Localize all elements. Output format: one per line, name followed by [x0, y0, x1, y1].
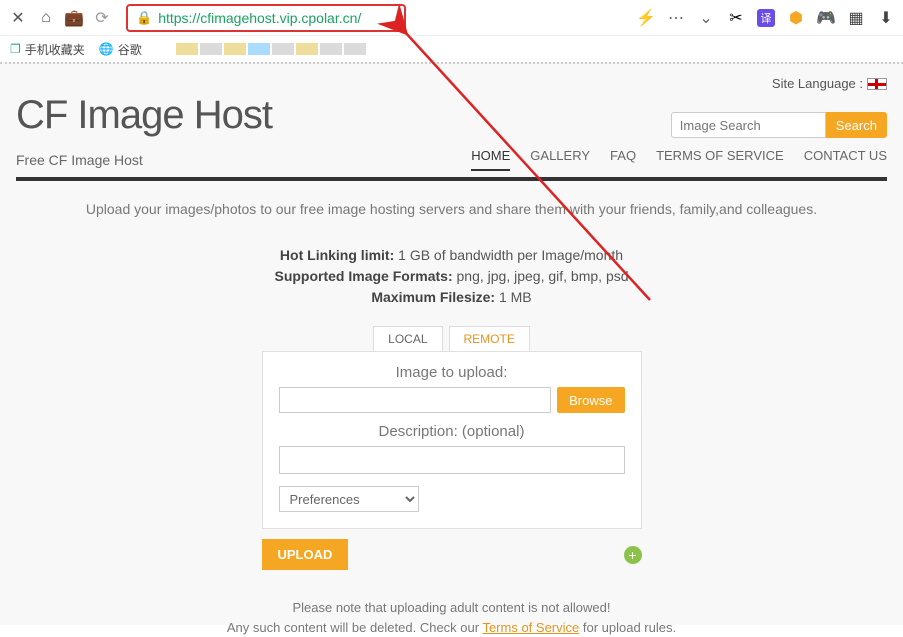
- scissors-icon[interactable]: ✂: [727, 9, 745, 27]
- browser-toolbar: ✕ ⌂ 💼 ⟳ 🔒 https://cfimagehost.vip.cpolar…: [0, 0, 903, 36]
- nav-contact[interactable]: CONTACT US: [804, 148, 887, 171]
- nav-tos[interactable]: TERMS OF SERVICE: [656, 148, 784, 171]
- globe-icon: 🌐: [99, 42, 114, 56]
- limit-value: 1 MB: [495, 289, 532, 305]
- nav-home[interactable]: HOME: [471, 148, 510, 171]
- footer-note: Please note that uploading adult content…: [16, 598, 887, 637]
- description-label: Description: (optional): [279, 423, 625, 440]
- game-icon[interactable]: 🎮: [817, 9, 835, 27]
- upload-tabs: LOCAL REMOTE: [16, 326, 887, 351]
- url-text: https://cfimagehost.vip.cpolar.cn/: [158, 10, 361, 26]
- footer-line1: Please note that uploading adult content…: [16, 598, 887, 618]
- mobile-icon: ❐: [10, 42, 21, 56]
- home-icon[interactable]: ⌂: [36, 8, 56, 28]
- upload-panel: Image to upload: Browse Description: (op…: [262, 351, 642, 529]
- flag-icon: [867, 78, 887, 90]
- language-label: Site Language :: [772, 76, 863, 91]
- bookmark-label: 谷歌: [118, 41, 142, 58]
- nav-gallery[interactable]: GALLERY: [530, 148, 590, 171]
- refresh-icon[interactable]: ⟳: [92, 8, 112, 28]
- apps-icon[interactable]: ▦: [847, 9, 865, 27]
- language-selector[interactable]: Site Language :: [16, 72, 887, 95]
- limits-info: Hot Linking limit: 1 GB of bandwidth per…: [16, 245, 887, 308]
- tab-local[interactable]: LOCAL: [373, 326, 442, 351]
- page-title: CF Image Host: [16, 93, 272, 138]
- blurred-bookmarks: [176, 43, 366, 55]
- browse-button[interactable]: Browse: [557, 387, 624, 413]
- limit-value: png, jpg, jpeg, gif, bmp, psd: [453, 268, 629, 284]
- main-nav: HOME GALLERY FAQ TERMS OF SERVICE CONTAC…: [471, 148, 887, 171]
- bookmark-bar: ❐ 手机收藏夹 🌐 谷歌: [0, 36, 903, 62]
- footer-text: Any such content will be deleted. Check …: [227, 620, 483, 635]
- add-icon[interactable]: +: [624, 546, 642, 564]
- page-content: Site Language : CF Image Host Search Fre…: [0, 62, 903, 625]
- search-button[interactable]: Search: [826, 112, 887, 138]
- address-bar[interactable]: 🔒 https://cfimagehost.vip.cpolar.cn/: [126, 4, 406, 32]
- tab-remote[interactable]: REMOTE: [449, 326, 530, 351]
- description-input[interactable]: [279, 446, 625, 474]
- nav-faq[interactable]: FAQ: [610, 148, 636, 171]
- limit-label: Maximum Filesize:: [371, 289, 495, 305]
- header-divider: [16, 177, 887, 181]
- search-input[interactable]: [671, 112, 826, 138]
- preferences-select[interactable]: Preferences: [279, 486, 419, 512]
- upload-button[interactable]: UPLOAD: [262, 539, 349, 570]
- bookmark-mobile[interactable]: ❐ 手机收藏夹: [10, 41, 85, 58]
- action-row: UPLOAD +: [262, 539, 642, 570]
- tos-link[interactable]: Terms of Service: [482, 620, 579, 635]
- lock-icon: 🔒: [136, 10, 152, 26]
- bookmark-label: 手机收藏夹: [25, 41, 85, 58]
- toolbar-right: ⚡ ⋯ ⌄ ✂ 译 ⬢ 🎮 ▦ ⬇: [637, 9, 895, 27]
- close-icon[interactable]: ✕: [8, 8, 28, 28]
- shield-icon[interactable]: ⬢: [787, 9, 805, 27]
- translate-icon[interactable]: 译: [757, 9, 775, 27]
- limit-label: Supported Image Formats:: [274, 268, 452, 284]
- more-icon[interactable]: ⋯: [667, 9, 685, 27]
- bookmark-google[interactable]: 🌐 谷歌: [99, 41, 142, 58]
- intro-text: Upload your images/photos to our free im…: [16, 201, 887, 217]
- footer-text: for upload rules.: [579, 620, 676, 635]
- tagline: Free CF Image Host: [16, 152, 143, 168]
- limit-value: 1 GB of bandwidth per Image/month: [394, 247, 623, 263]
- download-icon[interactable]: ⬇: [877, 9, 895, 27]
- briefcase-icon[interactable]: 💼: [64, 8, 84, 28]
- upload-label: Image to upload:: [279, 364, 625, 381]
- file-input[interactable]: [279, 387, 552, 413]
- search-form: Search: [671, 112, 887, 138]
- limit-label: Hot Linking limit:: [280, 247, 394, 263]
- lightning-icon[interactable]: ⚡: [637, 9, 655, 27]
- chevron-down-icon[interactable]: ⌄: [697, 9, 715, 27]
